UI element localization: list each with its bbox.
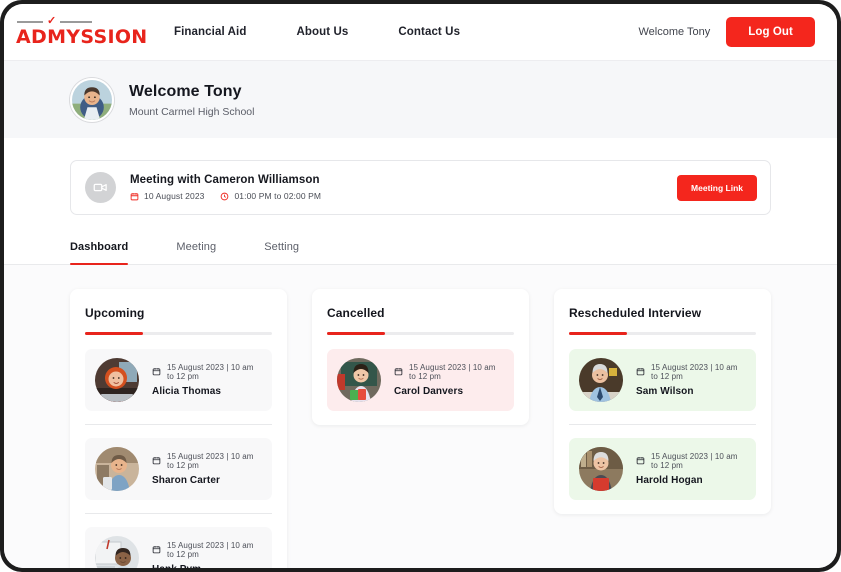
nav-item-financial-aid[interactable]: Financial Aid bbox=[174, 26, 246, 38]
item-datetime-text: 15 August 2023 | 10 am to 12 pm bbox=[167, 362, 254, 381]
item-divider bbox=[85, 512, 272, 514]
column-rescheduled-interview: Rescheduled Interview 15 August 2023 | 1… bbox=[554, 289, 771, 514]
column-body: 15 August 2023 | 10 am to 12 pm Alicia T… bbox=[85, 335, 272, 569]
column-underline bbox=[327, 332, 514, 335]
meeting-meta: 10 August 2023 01:00 PM to 02:00 PM bbox=[130, 191, 321, 201]
meeting-info: Meeting with Cameron Williamson 10 Augus… bbox=[130, 174, 321, 201]
column-underline bbox=[85, 332, 272, 335]
list-item[interactable]: 15 August 2023 | 10 am to 12 pm Alicia T… bbox=[85, 348, 272, 411]
item-datetime-text: 15 August 2023 | 10 am to 12 pm bbox=[651, 362, 738, 381]
item-name: Sam Wilson bbox=[636, 385, 694, 397]
item-name: Harold Hogan bbox=[636, 474, 703, 486]
app-window: ✓ ADMYSSION Financial Aid About Us Conta… bbox=[0, 0, 841, 572]
meeting-time: 01:00 PM to 02:00 PM bbox=[220, 191, 321, 201]
list-item[interactable]: 15 August 2023 | 10 am to 12 pm Sam Wils… bbox=[569, 348, 756, 411]
meeting-banner[interactable]: Meeting with Cameron Williamson 10 Augus… bbox=[70, 160, 771, 215]
page-title: Welcome Tony bbox=[129, 82, 242, 100]
calendar-icon bbox=[394, 368, 403, 376]
dashboard-board: Upcoming 15 August 2023 | 10 am to 12 pm… bbox=[4, 265, 837, 568]
item-datetime: 15 August 2023 | 10 am to 12 pm bbox=[152, 363, 262, 381]
app-screen: ✓ ADMYSSION Financial Aid About Us Conta… bbox=[4, 4, 837, 568]
item-name: Alicia Thomas bbox=[152, 385, 222, 397]
list-item[interactable]: 15 August 2023 | 10 am to 12 pm Sharon C… bbox=[85, 437, 272, 500]
item-divider bbox=[85, 423, 272, 425]
welcome-strip: Welcome Tony Mount Carmel High School bbox=[4, 60, 837, 138]
main-nav: Financial Aid About Us Contact Us bbox=[174, 26, 460, 38]
item-name: Sharon Carter bbox=[152, 474, 220, 486]
calendar-icon bbox=[152, 368, 161, 376]
item-datetime: 15 August 2023 | 10 am to 12 pm bbox=[152, 541, 262, 559]
attendee-photo bbox=[337, 357, 381, 402]
list-item[interactable]: 15 August 2023 | 10 am to 12 pm Hank Pym bbox=[85, 526, 272, 569]
welcome-subtitle: Mount Carmel High School bbox=[129, 105, 255, 118]
column-body: 15 August 2023 | 10 am to 12 pm Sam Wils… bbox=[569, 335, 756, 514]
attendee-photo bbox=[95, 535, 139, 568]
meeting-title: Meeting with Cameron Williamson bbox=[130, 174, 320, 186]
meeting-date-text: 10 August 2023 bbox=[144, 191, 205, 201]
welcome-texts: Welcome Tony Mount Carmel High School bbox=[129, 82, 254, 118]
attendee-photo bbox=[579, 446, 623, 491]
attendee-photo bbox=[95, 446, 139, 491]
item-datetime-text: 15 August 2023 | 10 am to 12 pm bbox=[167, 451, 254, 470]
user-avatar-photo bbox=[72, 79, 112, 120]
meeting-link-button[interactable]: Meeting Link bbox=[677, 174, 757, 201]
dashboard-tabs: Dashboard Meeting Setting bbox=[70, 241, 771, 265]
meeting-date: 10 August 2023 bbox=[130, 191, 204, 201]
logout-button[interactable]: Log Out bbox=[726, 17, 815, 47]
calendar-icon bbox=[130, 192, 139, 200]
item-datetime: 15 August 2023 | 10 am to 12 pm bbox=[636, 363, 746, 381]
header-actions: Welcome Tony Log Out bbox=[638, 17, 815, 47]
list-item[interactable]: 15 August 2023 | 10 am to 12 pm Harold H… bbox=[569, 437, 756, 500]
column-upcoming: Upcoming 15 August 2023 | 10 am to 12 pm… bbox=[70, 289, 287, 568]
meeting-time-text: 01:00 PM to 02:00 PM bbox=[234, 191, 322, 201]
calendar-icon bbox=[636, 457, 645, 465]
item-texts: 15 August 2023 | 10 am to 12 pm Sam Wils… bbox=[636, 363, 746, 397]
clock-icon bbox=[221, 192, 229, 200]
item-datetime-text: 15 August 2023 | 10 am to 12 pm bbox=[409, 362, 496, 381]
item-name: Hank Pym bbox=[152, 564, 262, 569]
avatar bbox=[70, 77, 114, 122]
item-texts: 15 August 2023 | 10 am to 12 pm Harold H… bbox=[636, 452, 746, 486]
video-camera-icon bbox=[85, 172, 116, 203]
logo-rule-left bbox=[17, 20, 43, 23]
check-icon: ✓ bbox=[47, 14, 57, 27]
logo[interactable]: ✓ ADMYSSION bbox=[12, 14, 148, 48]
column-underline bbox=[569, 332, 756, 335]
tab-dashboard[interactable]: Dashboard bbox=[70, 241, 129, 265]
column-body: 15 August 2023 | 10 am to 12 pm Carol Da… bbox=[327, 335, 514, 425]
column-cancelled: Cancelled 15 August 2023 | 10 am to 12 p… bbox=[312, 289, 529, 425]
tab-meeting[interactable]: Meeting bbox=[176, 241, 216, 264]
site-header: ✓ ADMYSSION Financial Aid About Us Conta… bbox=[4, 4, 837, 60]
nav-item-contact-us[interactable]: Contact Us bbox=[398, 26, 460, 38]
item-datetime: 15 August 2023 | 10 am to 12 pm bbox=[636, 452, 746, 470]
item-texts: 15 August 2023 | 10 am to 12 pm Sharon C… bbox=[152, 452, 262, 486]
mid-section: Meeting with Cameron Williamson 10 Augus… bbox=[4, 138, 837, 265]
item-texts: 15 August 2023 | 10 am to 12 pm Alicia T… bbox=[152, 363, 262, 397]
calendar-icon bbox=[636, 368, 645, 376]
welcome-user-label: Welcome Tony bbox=[638, 26, 711, 38]
list-item[interactable]: 15 August 2023 | 10 am to 12 pm Carol Da… bbox=[327, 348, 514, 411]
item-datetime-text: 15 August 2023 | 10 am to 12 pm bbox=[651, 451, 738, 470]
calendar-icon bbox=[152, 457, 161, 465]
nav-item-about-us[interactable]: About Us bbox=[296, 26, 348, 38]
attendee-photo bbox=[579, 357, 623, 402]
item-texts: 15 August 2023 | 10 am to 12 pm Hank Pym bbox=[152, 541, 262, 569]
column-title: Cancelled bbox=[327, 306, 385, 320]
logo-rule-right bbox=[60, 20, 93, 23]
item-datetime: 15 August 2023 | 10 am to 12 pm bbox=[152, 452, 262, 470]
logo-ornament: ✓ bbox=[16, 14, 132, 27]
attendee-photo bbox=[95, 357, 139, 402]
tab-setting[interactable]: Setting bbox=[264, 241, 299, 264]
column-title: Rescheduled Interview bbox=[569, 306, 702, 320]
item-divider bbox=[569, 423, 756, 425]
item-name: Carol Danvers bbox=[394, 385, 464, 397]
column-title: Upcoming bbox=[85, 306, 145, 320]
item-datetime-text: 15 August 2023 | 10 am to 12 pm bbox=[167, 540, 254, 559]
item-texts: 15 August 2023 | 10 am to 12 pm Carol Da… bbox=[394, 363, 504, 397]
item-datetime: 15 August 2023 | 10 am to 12 pm bbox=[394, 363, 504, 381]
logo-text: ADMYSSION bbox=[16, 25, 148, 48]
calendar-icon bbox=[152, 546, 161, 554]
